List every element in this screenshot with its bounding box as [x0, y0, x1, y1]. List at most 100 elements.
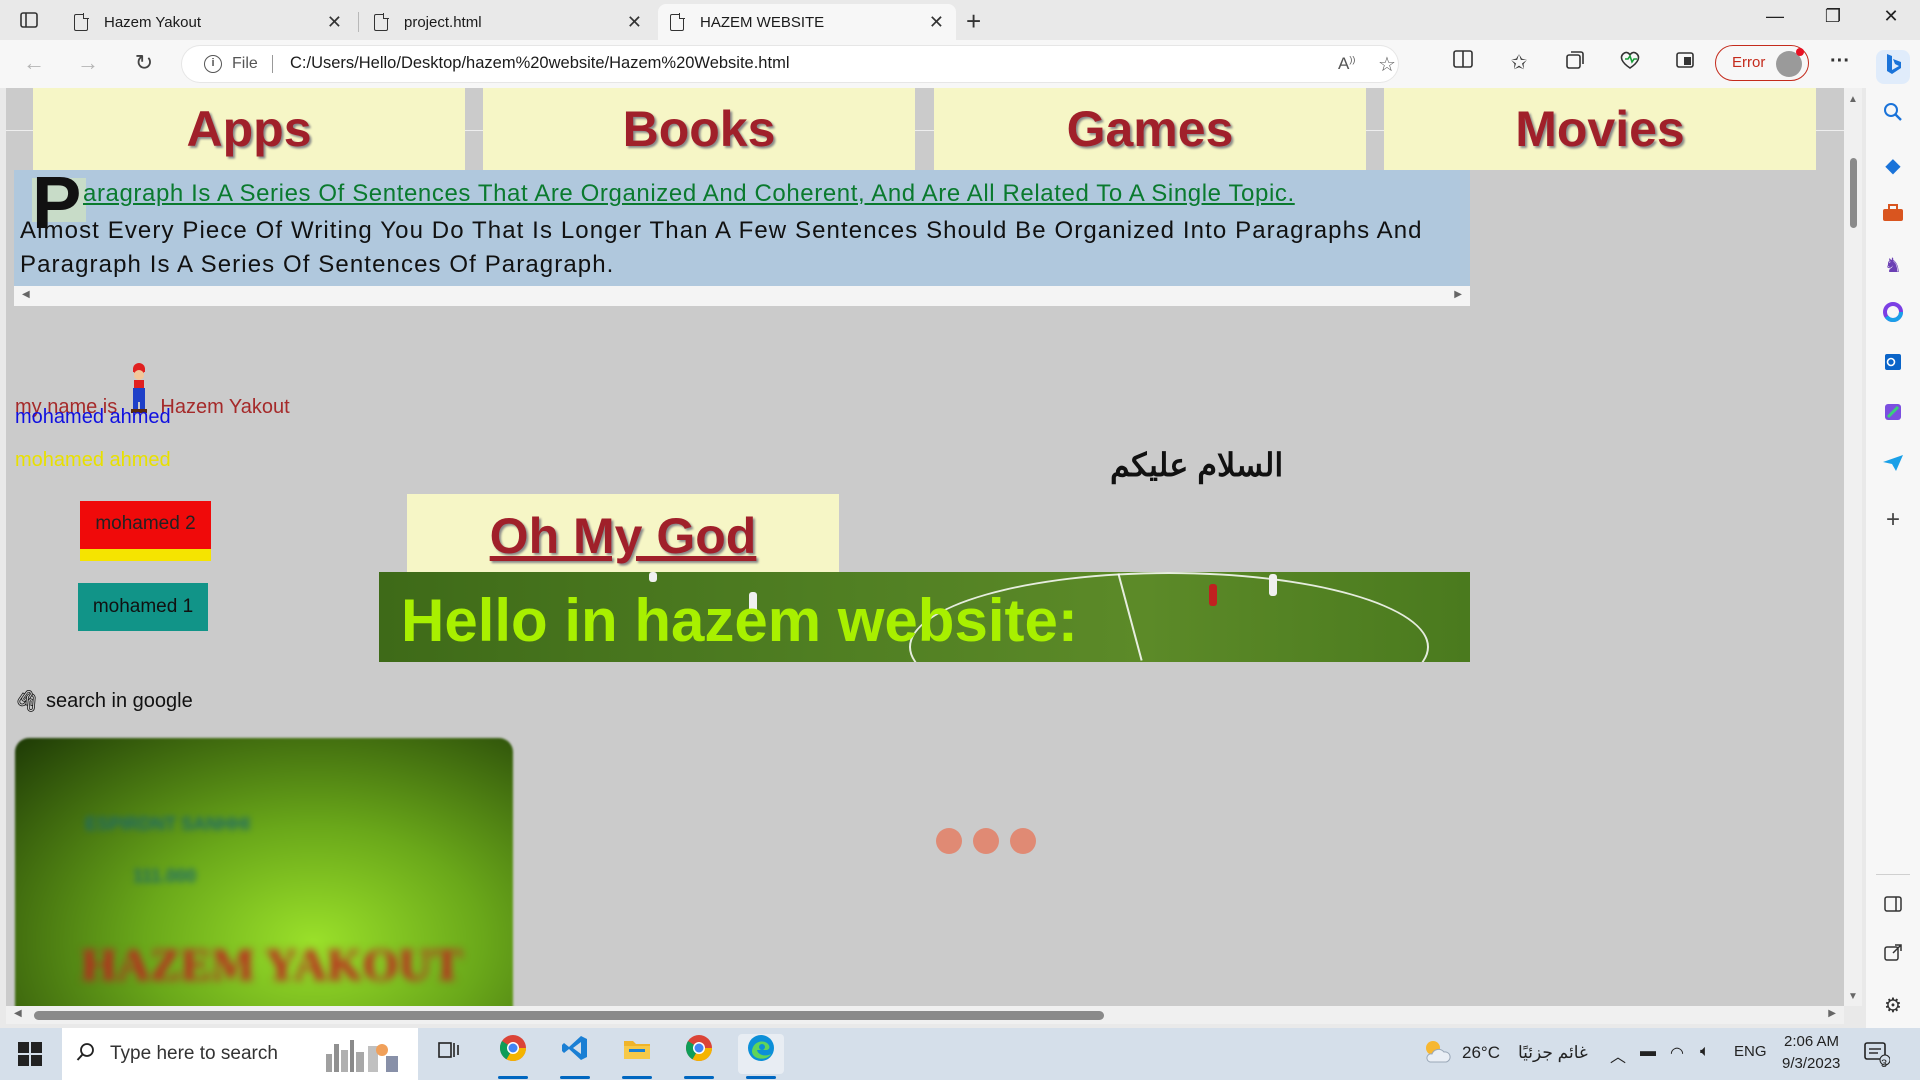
paragraph-link[interactable]: aragraph Is A Series Of Sentences That A… [83, 180, 1295, 208]
scrollbar-thumb[interactable] [1850, 158, 1857, 228]
battery-icon[interactable]: ▬ [1640, 1043, 1656, 1061]
tab-actions-icon[interactable] [14, 8, 44, 32]
close-icon[interactable]: ✕ [929, 12, 944, 33]
page-icon [74, 12, 89, 31]
favorite-star-icon[interactable]: ☆ [1378, 52, 1396, 77]
microsoft-365-icon[interactable] [1879, 302, 1907, 330]
close-icon[interactable]: ✕ [327, 12, 342, 33]
search-icon[interactable] [1879, 102, 1907, 130]
volume-icon[interactable]: 🔈︎ [1700, 1043, 1710, 1061]
browser-essentials-icon[interactable] [1615, 50, 1645, 76]
paragraph-scrollbar[interactable]: ◀ ▶ [14, 286, 1470, 306]
windows-start-icon[interactable] [18, 1042, 42, 1066]
minimize-button[interactable]: — [1752, 6, 1798, 27]
scroll-right-icon[interactable]: ▶ [1454, 289, 1462, 300]
football-banner: Hello in hazem website: [379, 572, 1470, 662]
loading-dot [1010, 828, 1036, 854]
tab-title: project.html [404, 13, 482, 31]
oh-my-god-link[interactable]: Oh My God [490, 508, 757, 564]
chrome-icon[interactable] [490, 1034, 536, 1079]
vertical-scrollbar[interactable]: ▲ ▼ [1844, 88, 1862, 1006]
weather-icon[interactable] [1422, 1038, 1452, 1071]
arabic-greeting: السلام عليكم [1110, 447, 1284, 483]
horizontal-scrollbar[interactable]: ◀ ▶ [6, 1006, 1844, 1024]
divider [272, 55, 273, 73]
scroll-up-icon[interactable]: ▲ [1848, 94, 1858, 105]
city-skyline-icon [320, 1036, 408, 1072]
scrollbar-thumb[interactable] [34, 1011, 1104, 1020]
mohamed-2-button[interactable]: mohamed 2 [80, 501, 211, 561]
designer-icon[interactable] [1879, 402, 1907, 430]
search-google-link[interactable]: 🖇 search in google [12, 686, 193, 715]
search-icon [76, 1042, 96, 1068]
weather-temp[interactable]: 26°C [1462, 1043, 1500, 1063]
search-link-text[interactable]: search in google [46, 690, 193, 712]
tools-icon[interactable] [1879, 202, 1907, 230]
new-tab-button[interactable]: + [966, 6, 981, 37]
tab-separator [358, 12, 359, 32]
card-line-2: 111.000 [133, 866, 197, 886]
wifi-icon[interactable]: ◠ [1670, 1043, 1684, 1063]
forward-button[interactable]: → [72, 50, 104, 76]
hide-sidebar-icon[interactable] [1879, 892, 1907, 920]
paperclip-icon: 🖇 [11, 686, 44, 716]
banner-title: Hello in hazem website: [401, 587, 1078, 654]
task-view-icon[interactable] [426, 1034, 472, 1074]
loading-dot [936, 828, 962, 854]
tab-hazem-website[interactable]: HAZEM WEBSITE ✕ [658, 4, 956, 40]
split-screen-icon[interactable] [1448, 50, 1478, 74]
settings-gear-icon[interactable]: ⚙ [1879, 992, 1907, 1020]
language-indicator[interactable]: ENG [1734, 1043, 1767, 1060]
games-icon[interactable]: ♞ [1879, 252, 1907, 280]
menu-books[interactable]: Books [483, 88, 915, 170]
scroll-left-icon[interactable]: ◀ [22, 289, 30, 300]
add-icon[interactable]: + [1879, 506, 1907, 534]
send-icon[interactable] [1879, 452, 1907, 480]
shopping-tag-icon[interactable]: ◆ [1879, 152, 1907, 180]
info-icon[interactable]: i [204, 55, 222, 73]
close-window-button[interactable]: ✕ [1868, 6, 1914, 27]
bing-chat-icon[interactable] [1876, 50, 1910, 84]
card-title: HAZEM YAKOUT [81, 939, 463, 990]
loading-dot [973, 828, 999, 854]
clock-date[interactable]: 9/3/2023 [1782, 1055, 1840, 1072]
edge-sidebar: ◆ ♞ + ⚙ [1866, 40, 1920, 1028]
clock-time[interactable]: 2:06 AM [1784, 1033, 1839, 1050]
tab-project-html[interactable]: project.html ✕ [362, 4, 654, 40]
profile-error-button[interactable]: Error [1715, 45, 1809, 81]
open-external-icon[interactable] [1879, 942, 1907, 970]
favorites-icon[interactable]: ✩ [1504, 50, 1534, 75]
show-hidden-icons-icon[interactable]: ︿ [1610, 1043, 1626, 1067]
more-options-icon[interactable]: ··· [1825, 50, 1855, 73]
close-icon[interactable]: ✕ [627, 12, 642, 33]
chrome-icon-2[interactable] [676, 1034, 722, 1079]
scroll-right-icon[interactable]: ▶ [1828, 1008, 1836, 1019]
tab-hazem-yakout[interactable]: Hazem Yakout ✕ [62, 4, 354, 40]
taskbar: Type here to search 26°C غائم جزئيًا ︿ ▬… [0, 1028, 1920, 1080]
scroll-down-icon[interactable]: ▼ [1848, 991, 1858, 1002]
menu-apps[interactable]: Apps [33, 88, 465, 170]
restore-button[interactable]: ❐ [1810, 6, 1856, 27]
file-explorer-icon[interactable] [614, 1034, 660, 1079]
edge-icon[interactable] [738, 1034, 784, 1079]
menu-games[interactable]: Games [934, 88, 1366, 170]
url-text[interactable]: C:/Users/Hello/Desktop/hazem%20website/H… [290, 54, 789, 73]
back-button[interactable]: ← [18, 50, 50, 76]
vscode-icon[interactable] [552, 1034, 598, 1079]
menu-movies[interactable]: Movies [1384, 88, 1816, 170]
mohamed-1-button[interactable]: mohamed 1 [78, 583, 208, 631]
workspaces-icon[interactable] [1670, 50, 1700, 76]
text-yellow: mohamed ahmed [15, 449, 171, 471]
taskbar-search[interactable]: Type here to search [62, 1028, 418, 1080]
page-icon [374, 12, 389, 31]
oh-my-god-box[interactable]: Oh My God [407, 494, 839, 576]
read-aloud-icon[interactable]: A)) [1338, 54, 1355, 74]
weather-desc[interactable]: غائم جزئيًا [1518, 1043, 1588, 1063]
refresh-button[interactable]: ↻ [128, 50, 160, 76]
collections-icon[interactable] [1560, 50, 1590, 76]
outlook-icon[interactable] [1879, 352, 1907, 380]
address-bar[interactable]: i File C:/Users/Hello/Desktop/hazem%20we… [182, 46, 1398, 82]
tab-strip: Hazem Yakout ✕ project.html ✕ HAZEM WEBS… [0, 0, 1920, 40]
blurred-card: ESPIRDNT SANHHI 111.000 HAZEM YAKOUT [15, 738, 513, 1018]
scroll-left-icon[interactable]: ◀ [14, 1008, 22, 1019]
